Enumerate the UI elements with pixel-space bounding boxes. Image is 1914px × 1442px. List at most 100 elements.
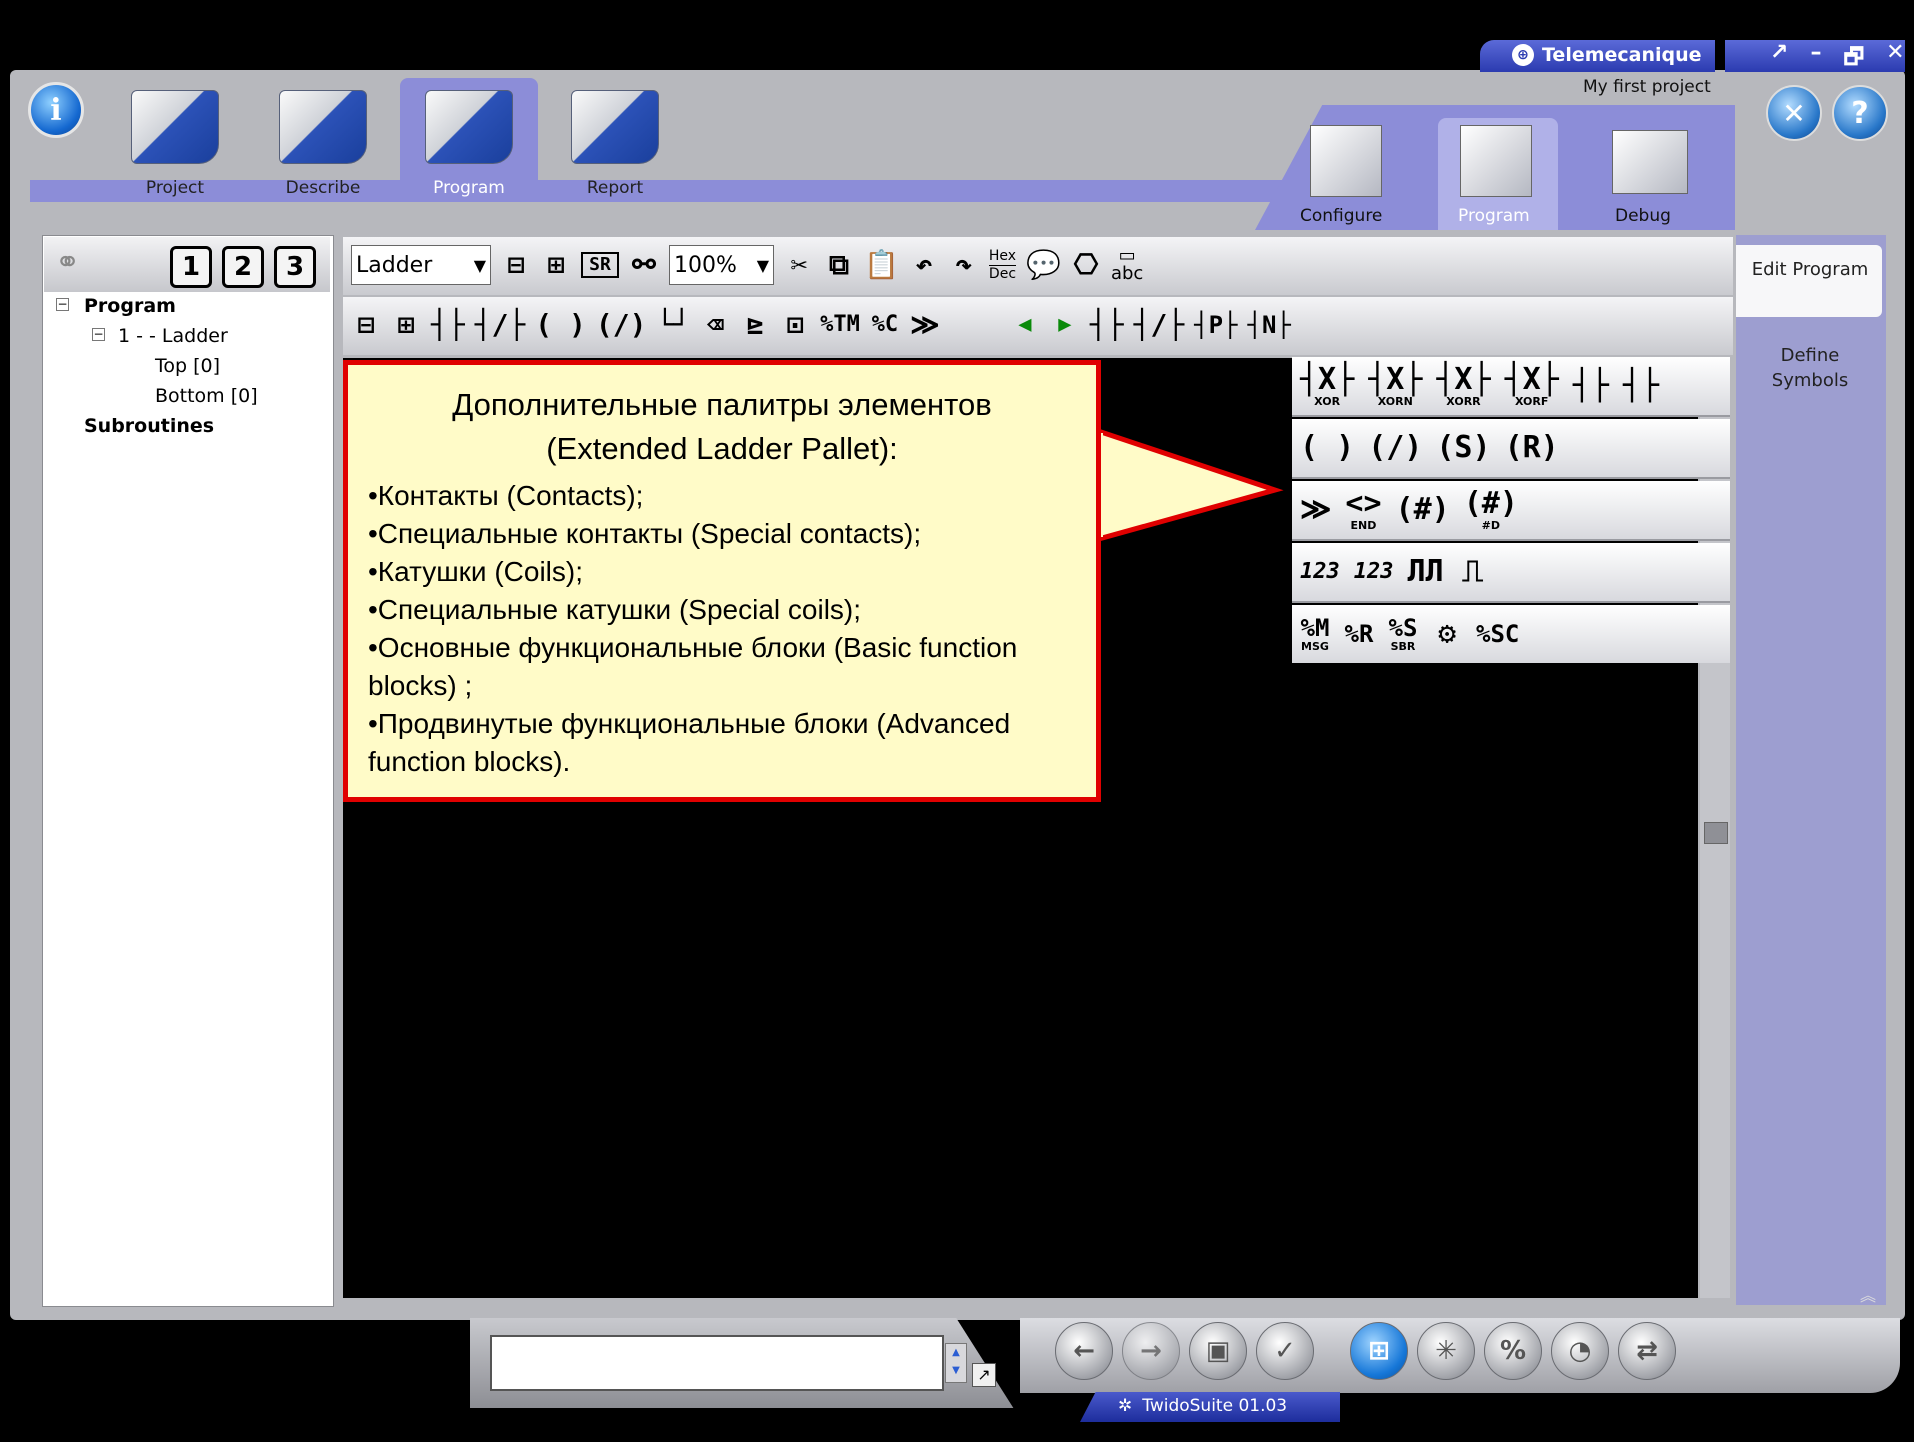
link-icon[interactable]: ⚭: [55, 245, 80, 280]
minimize-icon[interactable]: –: [1810, 40, 1821, 78]
hash-coil-icon[interactable]: (#): [1396, 495, 1450, 525]
tab-program[interactable]: Program: [394, 72, 544, 202]
binary-button[interactable]: ⇄: [1618, 1322, 1676, 1380]
forward-button[interactable]: →: [1122, 1322, 1180, 1380]
palette-prev-icon[interactable]: ◀: [1010, 314, 1040, 336]
insert-sub-rung-icon[interactable]: ⊞: [541, 251, 571, 279]
register-block-button[interactable]: %R: [1344, 622, 1374, 646]
undo-icon[interactable]: ↶: [909, 251, 939, 279]
palette-coil-icon[interactable]: ( ): [1300, 433, 1354, 463]
gauge-button[interactable]: ◔: [1551, 1322, 1609, 1380]
program-view-button[interactable]: ⊞: [1350, 1322, 1408, 1380]
subtab-debug[interactable]: Debug: [1615, 206, 1671, 226]
tab-report[interactable]: Report: [540, 72, 690, 202]
symbol-comment-button[interactable]: ▭ abc: [1111, 247, 1143, 283]
sbr-block[interactable]: %S SBR: [1388, 616, 1418, 653]
palette-jump-icon[interactable]: ≫: [1300, 495, 1331, 525]
tree-bottom[interactable]: Bottom [0]: [155, 385, 258, 407]
hash-d-coil[interactable]: (#) #D: [1464, 488, 1518, 532]
pulse-width-icon[interactable]: ⎍: [1458, 557, 1488, 587]
operate-block-icon[interactable]: ⊡: [780, 311, 810, 339]
drum-block-icon[interactable]: ⚙: [1432, 619, 1462, 649]
coil-icon[interactable]: ( ): [535, 311, 586, 339]
link-icon[interactable]: ⚯: [629, 251, 659, 279]
message-field[interactable]: [490, 1335, 944, 1391]
info-button[interactable]: i: [28, 82, 84, 138]
network-button[interactable]: ✳: [1417, 1322, 1475, 1380]
numeric-block-2-icon[interactable]: 123: [1354, 561, 1394, 583]
branch-icon[interactable]: └┘: [656, 311, 690, 339]
palette-not-coil-icon[interactable]: (/): [1368, 433, 1422, 463]
back-button[interactable]: ←: [1055, 1322, 1113, 1380]
edit-program-button[interactable]: Edit Program: [1740, 257, 1880, 282]
define-symbols-button[interactable]: Define Symbols: [1740, 343, 1880, 393]
cut-icon[interactable]: ✂: [784, 251, 814, 279]
palette-next-icon[interactable]: ▶: [1050, 314, 1080, 336]
insert-rung-r2-icon[interactable]: ⊞: [391, 311, 421, 339]
reset-coil-icon[interactable]: (R): [1505, 433, 1559, 463]
insert-rung-below-icon[interactable]: ⊟: [501, 251, 531, 279]
expand-icon[interactable]: ↗: [972, 1363, 996, 1387]
numeric-block-icon[interactable]: 123: [1300, 561, 1340, 583]
percent-button[interactable]: %: [1484, 1322, 1542, 1380]
tree-ladder[interactable]: 1 - - Ladder: [118, 325, 228, 347]
redo-icon[interactable]: ↷: [949, 251, 979, 279]
palette-nc-contact-icon[interactable]: ┤/├: [1134, 311, 1185, 339]
falling-edge-contact-icon[interactable]: ┤N├: [1248, 313, 1291, 337]
scroll-thumb[interactable]: [1704, 822, 1728, 844]
end-coil[interactable]: <> END: [1345, 488, 1381, 532]
not-coil-icon[interactable]: (/): [596, 311, 647, 339]
hex-dec-button[interactable]: Hex Dec: [988, 248, 1017, 283]
save-button[interactable]: ▣: [1189, 1322, 1247, 1380]
compare-block-icon[interactable]: ⊵: [740, 311, 770, 339]
delete-branch-icon[interactable]: ⌫: [700, 311, 730, 339]
jump-icon[interactable]: ≫: [910, 311, 940, 339]
xorr-contact[interactable]: ┤X├ XORR: [1436, 364, 1490, 408]
tree-subroutines[interactable]: Subroutines: [84, 415, 214, 437]
subtab-program[interactable]: Program: [1458, 206, 1530, 226]
app-version: TwidoSuite 01.03: [1142, 1396, 1288, 1416]
nc-contact-icon[interactable]: ┤/├: [475, 311, 526, 339]
schedule-block-button[interactable]: %SC: [1476, 622, 1519, 646]
sr-icon[interactable]: SR: [581, 252, 619, 278]
zoom-select[interactable]: 100% ▼: [669, 245, 774, 285]
analyze-button[interactable]: ✓: [1256, 1322, 1314, 1380]
subtab-configure[interactable]: Configure: [1300, 206, 1382, 226]
xorf-contact[interactable]: ┤X├ XORF: [1504, 361, 1559, 408]
palette-no-contact-icon[interactable]: ┤├: [1090, 311, 1124, 339]
counter-block-button[interactable]: %C: [870, 314, 900, 336]
insert-rung-r-icon[interactable]: ⊟: [351, 311, 381, 339]
collapse-icon[interactable]: −: [92, 328, 105, 341]
xor-contact[interactable]: ┤X├ XOR: [1300, 364, 1354, 408]
view-2-button[interactable]: 2: [222, 246, 264, 288]
message-spin[interactable]: ▲ ▼: [945, 1343, 967, 1383]
collapse-up-icon[interactable]: ︽: [1860, 1282, 1876, 1306]
rising-edge-contact-icon[interactable]: ┤P├: [1194, 313, 1237, 337]
restore-icon[interactable]: ↗: [1770, 40, 1788, 78]
maximize-icon[interactable]: 🗗: [1843, 40, 1864, 78]
paste-icon[interactable]: 📋: [864, 251, 899, 279]
copy-icon[interactable]: ⧉: [824, 251, 854, 279]
xorn-contact[interactable]: ┤X├ XORN: [1368, 364, 1422, 408]
language-select[interactable]: Ladder ▼: [351, 245, 491, 285]
help-button[interactable]: ?: [1832, 85, 1888, 141]
view-1-button[interactable]: 1: [170, 246, 212, 288]
exit-button[interactable]: ✕: [1766, 85, 1822, 141]
msg-block[interactable]: %M MSG: [1300, 616, 1330, 653]
tree-program[interactable]: Program: [84, 295, 176, 317]
view-3-button[interactable]: 3: [274, 246, 316, 288]
pop-contact-icon[interactable]: ┤├: [1623, 371, 1659, 401]
no-contact-icon[interactable]: ┤├: [431, 311, 465, 339]
tab-describe[interactable]: Describe: [248, 72, 398, 202]
comment-icon[interactable]: 💬: [1026, 251, 1061, 279]
push-contact-icon[interactable]: ┤├: [1573, 371, 1609, 401]
collapse-icon[interactable]: −: [56, 298, 69, 311]
close-icon[interactable]: ✕: [1886, 40, 1904, 78]
xorf-icon: ┤X├: [1504, 361, 1559, 397]
tab-project[interactable]: Project: [100, 72, 250, 202]
timer-block-button[interactable]: %TM: [820, 314, 860, 336]
set-coil-icon[interactable]: (S): [1436, 433, 1490, 463]
pulse-icon[interactable]: ЛЛ: [1408, 557, 1444, 587]
contact-comment-icon[interactable]: ⎔: [1071, 251, 1101, 279]
tree-top[interactable]: Top [0]: [155, 355, 220, 377]
